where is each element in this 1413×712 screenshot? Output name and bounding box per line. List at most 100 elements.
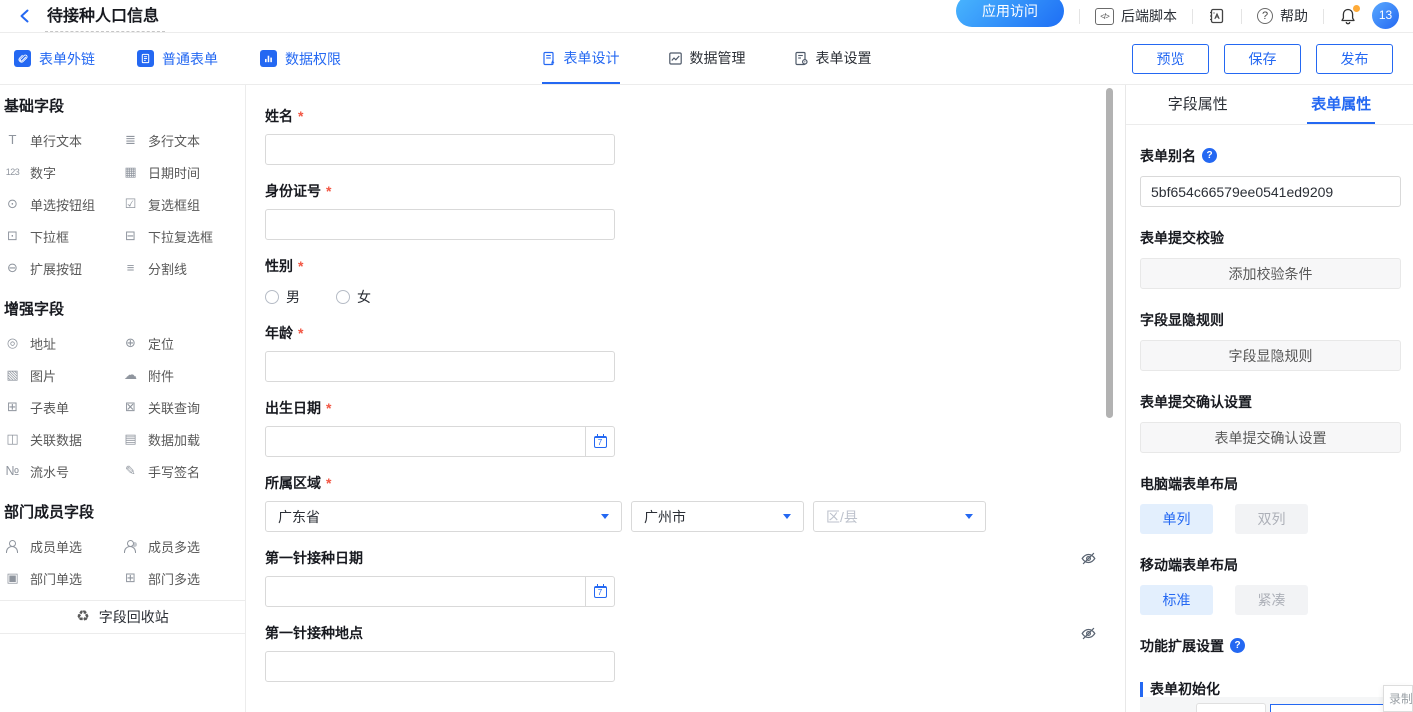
tab-field-properties[interactable]: 字段属性: [1126, 85, 1270, 124]
field-item-dept-single[interactable]: ▣部门单选: [4, 570, 122, 586]
visibility-rules-label: 字段显隐规则: [1140, 310, 1401, 329]
field-item-serial-number[interactable]: №流水号: [4, 463, 122, 479]
field-item-related-data[interactable]: ◫关联数据: [4, 431, 122, 447]
divider: [1192, 9, 1193, 24]
field-item-signature[interactable]: ✎手写签名: [122, 463, 237, 479]
gender-radio-female[interactable]: 女: [336, 287, 371, 307]
form-field-birth-date[interactable]: 出生日期* 7: [265, 400, 1125, 457]
visibility-rules-button[interactable]: 字段显隐规则: [1140, 340, 1401, 371]
city-select[interactable]: 广州市: [631, 501, 804, 532]
first-dose-date-input[interactable]: 7: [265, 576, 615, 607]
form-field-region[interactable]: 所属区域* 广东省 广州市 区/县: [265, 475, 1125, 532]
help-icon[interactable]: ?: [1202, 148, 1217, 163]
name-input[interactable]: [265, 134, 615, 165]
eye-hidden-icon[interactable]: [1080, 550, 1097, 567]
submit-confirm-button[interactable]: 表单提交确认设置: [1140, 422, 1401, 453]
calendar-button[interactable]: 7: [586, 427, 614, 456]
section-title-enhanced-fields: 增强字段: [4, 298, 237, 319]
field-item-checkbox-group[interactable]: ☑复选框组: [122, 196, 237, 212]
field-item-multi-text[interactable]: ≣多行文本: [122, 132, 237, 148]
field-item-member-single[interactable]: 成员单选: [4, 538, 122, 554]
pc-layout-single-column[interactable]: 单列: [1140, 504, 1213, 534]
tab-form-properties[interactable]: 表单属性: [1270, 85, 1413, 124]
save-button[interactable]: 保存: [1224, 44, 1301, 74]
tab-form-design[interactable]: 表单设计: [542, 33, 620, 84]
calendar-button[interactable]: 7: [586, 577, 614, 606]
contacts-button[interactable]: [1208, 7, 1226, 25]
form-field-age[interactable]: 年龄*: [265, 325, 1125, 382]
field-item-data-load[interactable]: ▤数据加载: [122, 431, 237, 447]
back-icon[interactable]: [14, 5, 36, 27]
form-field-name[interactable]: 姓名*: [265, 108, 1125, 165]
date-text-area[interactable]: [266, 427, 586, 456]
backend-script-button[interactable]: </> 后端脚本: [1095, 6, 1177, 26]
field-item-subform[interactable]: ⊞子表单: [4, 399, 122, 415]
field-item-divider[interactable]: ≡分割线: [122, 260, 237, 276]
field-recycle-bin[interactable]: ♻ 字段回收站: [0, 600, 245, 634]
tab-form-settings[interactable]: 表单设置: [794, 33, 872, 84]
form-field-first-dose-date[interactable]: 第一针接种日期 7: [265, 550, 1125, 607]
birth-date-input[interactable]: 7: [265, 426, 615, 457]
attachment-icon: ☁: [122, 367, 139, 383]
field-label: 身份证号: [265, 181, 321, 201]
province-select[interactable]: 广东省: [265, 501, 622, 532]
field-item-extend-button[interactable]: ⊖扩展按钮: [4, 260, 122, 276]
field-item-label: 成员多选: [148, 537, 200, 556]
field-item-member-multi[interactable]: 成员多选: [122, 538, 237, 554]
mobile-layout-compact[interactable]: 紧凑: [1235, 585, 1308, 615]
form-field-id-number[interactable]: 身份证号*: [265, 183, 1125, 240]
dropdown-multi-icon: ⊟: [122, 228, 139, 244]
data-manage-icon: [668, 51, 683, 66]
age-input[interactable]: [265, 351, 615, 382]
district-placeholder: 区/县: [826, 507, 858, 527]
radio-label: 女: [357, 287, 371, 307]
field-item-dropdown[interactable]: ⊡下拉框: [4, 228, 122, 244]
help-button[interactable]: ? 帮助: [1257, 6, 1308, 26]
help-icon[interactable]: ?: [1230, 638, 1245, 653]
divider-icon: ≡: [122, 260, 139, 276]
pc-layout-double-column[interactable]: 双列: [1235, 504, 1308, 534]
link-icon: [14, 50, 31, 67]
mobile-layout-standard[interactable]: 标准: [1140, 585, 1213, 615]
field-item-address[interactable]: ◎地址: [4, 335, 122, 351]
normal-form-link[interactable]: 普通表单: [137, 49, 218, 69]
field-item-datetime[interactable]: ▦日期时间: [122, 164, 237, 180]
field-item-radio-group[interactable]: ⊙单选按钮组: [4, 196, 122, 212]
dept-multi-icon: ⊞: [122, 570, 139, 586]
avatar[interactable]: 13: [1372, 2, 1399, 29]
field-item-related-query[interactable]: ⊠关联查询: [122, 399, 237, 415]
district-select[interactable]: 区/县: [813, 501, 986, 532]
field-label: 第一针接种地点: [265, 623, 363, 643]
field-item-dept-multi[interactable]: ⊞部门多选: [122, 570, 237, 586]
form-field-first-dose-place[interactable]: 第一针接种地点: [265, 625, 1125, 682]
field-label: 第一针接种日期: [265, 548, 363, 568]
field-item-attachment[interactable]: ☁附件: [122, 367, 237, 383]
first-dose-place-input[interactable]: [265, 651, 615, 682]
tab-data-manage[interactable]: 数据管理: [668, 33, 746, 84]
date-text-area[interactable]: [266, 577, 586, 606]
form-init-content-clipped: [1140, 697, 1401, 712]
tab-label: 字段属性: [1164, 85, 1232, 124]
form-external-link[interactable]: 表单外链: [14, 49, 95, 69]
properties-panel: 字段属性 表单属性 表单别名 ? 5bf654c66579ee0541ed920…: [1125, 85, 1413, 712]
field-item-dropdown-multi[interactable]: ⊟下拉复选框: [122, 228, 237, 244]
pc-layout-label: 电脑端表单布局: [1140, 474, 1401, 493]
form-alias-input[interactable]: 5bf654c66579ee0541ed9209: [1140, 176, 1401, 207]
field-item-single-text[interactable]: T单行文本: [4, 132, 122, 148]
field-item-label: 多行文本: [148, 131, 200, 150]
data-permission-link[interactable]: 数据权限: [260, 49, 341, 69]
gender-radio-male[interactable]: 男: [265, 287, 300, 307]
canvas-scrollbar[interactable]: [1106, 88, 1113, 418]
add-validation-button[interactable]: 添加校验条件: [1140, 258, 1401, 289]
eye-hidden-icon[interactable]: [1080, 625, 1097, 642]
field-item-image[interactable]: ▧图片: [4, 367, 122, 383]
id-number-input[interactable]: [265, 209, 615, 240]
app-access-button[interactable]: 应用访问: [956, 0, 1064, 27]
field-item-label: 定位: [148, 334, 174, 353]
field-item-location[interactable]: ⊕定位: [122, 335, 237, 351]
field-item-number[interactable]: 123数字: [4, 164, 122, 180]
form-field-gender[interactable]: 性别* 男 女: [265, 258, 1125, 307]
notification-bell-icon[interactable]: [1339, 7, 1357, 26]
preview-button[interactable]: 预览: [1132, 44, 1209, 74]
publish-button[interactable]: 发布: [1316, 44, 1393, 74]
